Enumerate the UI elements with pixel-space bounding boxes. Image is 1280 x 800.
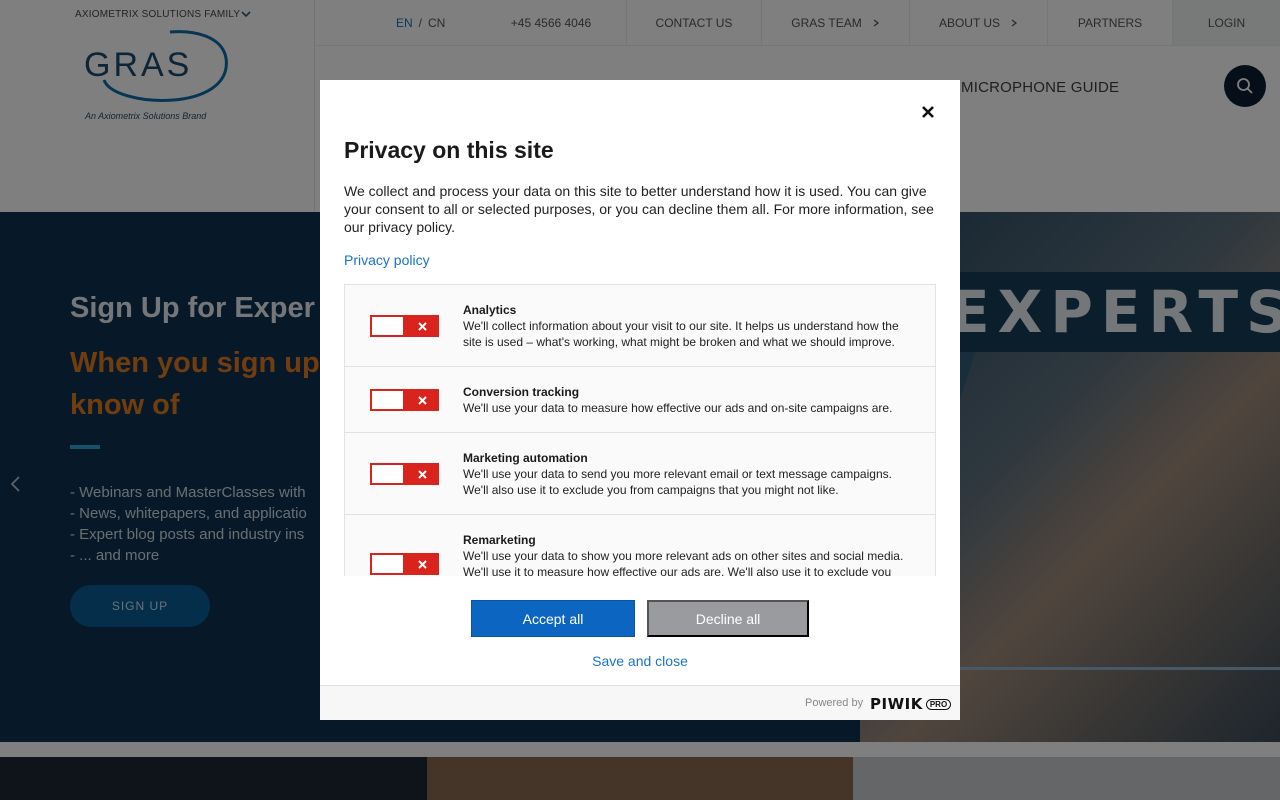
toggle-track [370, 315, 405, 337]
x-icon [417, 395, 427, 405]
toggle-track [370, 389, 405, 411]
toggle-track [370, 553, 405, 575]
purpose-title: Analytics [463, 303, 517, 317]
toggle-off-knob [405, 389, 439, 411]
purpose-analytics: Analytics We'll collect information abou… [344, 285, 936, 367]
toggle-off-knob [405, 315, 439, 337]
piwik-pro-badge: PRO [925, 698, 952, 710]
x-icon [417, 559, 427, 569]
consent-purposes-list[interactable]: Analytics We'll collect information abou… [344, 284, 936, 576]
analytics-toggle[interactable] [370, 315, 439, 337]
purpose-title: Marketing automation [463, 451, 588, 465]
modal-title: Privacy on this site [344, 137, 554, 163]
purpose-title: Remarketing [463, 533, 536, 547]
purpose-title: Conversion tracking [463, 385, 580, 399]
modal-description: We collect and process your data on this… [344, 183, 934, 235]
purpose-description: We'll use your data to show you more rel… [463, 549, 904, 576]
decline-all-button[interactable]: Decline all [647, 600, 809, 637]
purpose-conversion-tracking: Conversion tracking We'll use your data … [344, 367, 936, 433]
purpose-description: We'll use your data to measure how effec… [463, 401, 893, 415]
x-icon [417, 469, 427, 479]
purpose-description: We'll use your data to send you more rel… [463, 467, 892, 497]
privacy-policy-link[interactable]: Privacy policy [344, 252, 430, 268]
powered-by-label: Powered by [805, 697, 864, 709]
purpose-description: We'll collect information about your vis… [463, 319, 899, 349]
toggle-track [370, 463, 405, 485]
conversion-tracking-toggle[interactable] [370, 389, 439, 411]
privacy-consent-modal: Privacy on this site We collect and proc… [320, 80, 960, 720]
close-icon [922, 106, 934, 118]
purpose-remarketing: Remarketing We'll use your data to show … [344, 515, 936, 576]
toggle-off-knob [405, 463, 439, 485]
close-button[interactable] [918, 102, 938, 122]
marketing-automation-toggle[interactable] [370, 463, 439, 485]
piwik-pro-logo[interactable]: PIWIK PRO [870, 695, 952, 713]
accept-all-button[interactable]: Accept all [471, 600, 635, 637]
toggle-off-knob [405, 553, 439, 575]
x-icon [417, 321, 427, 331]
piwik-wordmark: PIWIK [870, 695, 923, 713]
save-and-close-link[interactable]: Save and close [320, 653, 960, 669]
remarketing-toggle[interactable] [370, 553, 439, 575]
modal-footer: Powered by PIWIK PRO [320, 685, 960, 720]
purpose-marketing-automation: Marketing automation We'll use your data… [344, 433, 936, 515]
